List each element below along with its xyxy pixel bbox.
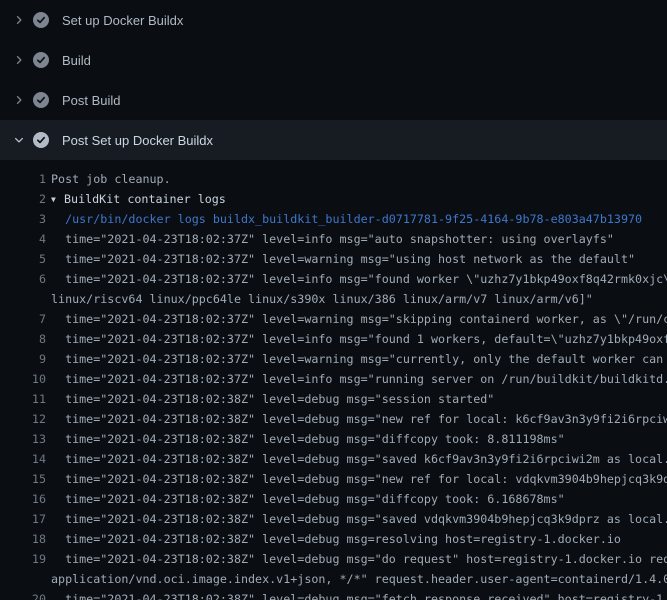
line-number[interactable]: 15 (0, 472, 46, 486)
log-line: 17 time="2021-04-23T18:02:38Z" level=deb… (0, 509, 667, 529)
log-text: time="2021-04-23T18:02:37Z" level=warnin… (51, 252, 635, 266)
line-number[interactable]: 19 (0, 552, 46, 566)
step-label: Post Build (62, 93, 121, 108)
log-line: 12 time="2021-04-23T18:02:38Z" level=deb… (0, 409, 667, 429)
steps-list: Set up Docker Buildx Build P (0, 0, 667, 160)
line-number[interactable]: 1 (0, 172, 46, 186)
log-line: 6 time="2021-04-23T18:02:37Z" level=info… (0, 269, 667, 289)
log-line: 11 time="2021-04-23T18:02:38Z" level=deb… (0, 389, 667, 409)
step-row[interactable]: Build (0, 40, 667, 80)
log-text: time="2021-04-23T18:02:38Z" level=debug … (51, 532, 621, 546)
line-number[interactable]: 16 (0, 492, 46, 506)
log-text: /usr/bin/docker logs buildx_buildkit_bui… (51, 212, 642, 226)
log-line: 15 time="2021-04-23T18:02:38Z" level=deb… (0, 469, 667, 489)
log-text[interactable]: BuildKit container logs (64, 192, 226, 206)
line-number[interactable]: 2 (0, 192, 46, 206)
log-line: 8 time="2021-04-23T18:02:37Z" level=info… (0, 329, 667, 349)
log-text: time="2021-04-23T18:02:38Z" level=debug … (51, 412, 667, 426)
step-row[interactable]: Post Set up Docker Buildx (0, 120, 667, 160)
group-collapse-triangle-icon: ▼ (51, 195, 60, 204)
log-line: 2 ▼ BuildKit container logs (0, 189, 667, 209)
check-circle-icon (33, 92, 49, 108)
line-number[interactable]: 5 (0, 252, 46, 266)
check-circle-icon (33, 132, 49, 148)
log-text: time="2021-04-23T18:02:37Z" level=warnin… (51, 312, 667, 326)
log-text: Post job cleanup. (51, 172, 171, 186)
log-line: 10 time="2021-04-23T18:02:37Z" level=inf… (0, 369, 667, 389)
log-text: application/vnd.oci.image.index.v1+json,… (51, 572, 667, 586)
chevron-icon (11, 12, 27, 28)
log-line: 20 time="2021-04-23T18:02:38Z" level=deb… (0, 589, 667, 600)
log-text: time="2021-04-23T18:02:38Z" level=debug … (51, 552, 667, 566)
line-number[interactable]: 17 (0, 512, 46, 526)
step-row[interactable]: Set up Docker Buildx (0, 0, 667, 40)
step-row[interactable]: Post Build (0, 80, 667, 120)
check-circle-icon (33, 52, 49, 68)
line-number[interactable]: 4 (0, 232, 46, 246)
log-line: 3 /usr/bin/docker logs buildx_buildkit_b… (0, 209, 667, 229)
log-line: linux/riscv64 linux/ppc64le linux/s390x … (0, 289, 667, 309)
line-number[interactable]: 10 (0, 372, 46, 386)
log-text: linux/riscv64 linux/ppc64le linux/s390x … (51, 292, 593, 306)
log-line: 1 Post job cleanup. (0, 169, 667, 189)
actions-log-viewer: Set up Docker Buildx Build P (0, 0, 667, 600)
chevron-icon (11, 52, 27, 68)
log-text: time="2021-04-23T18:02:37Z" level=info m… (51, 332, 667, 346)
log-text: time="2021-04-23T18:02:38Z" level=debug … (51, 432, 565, 446)
line-number[interactable]: 8 (0, 332, 46, 346)
log-text: time="2021-04-23T18:02:37Z" level=info m… (51, 372, 667, 386)
step-label: Build (62, 53, 91, 68)
log-text: time="2021-04-23T18:02:38Z" level=debug … (51, 472, 667, 486)
log-text: time="2021-04-23T18:02:38Z" level=debug … (51, 492, 565, 506)
step-label: Set up Docker Buildx (62, 13, 183, 28)
log-line: 16 time="2021-04-23T18:02:38Z" level=deb… (0, 489, 667, 509)
log-line: 4 time="2021-04-23T18:02:37Z" level=info… (0, 229, 667, 249)
log-text: time="2021-04-23T18:02:37Z" level=warnin… (51, 352, 667, 366)
line-number[interactable]: 6 (0, 272, 46, 286)
line-number[interactable]: 18 (0, 532, 46, 546)
step-label: Post Set up Docker Buildx (62, 133, 213, 148)
log-line: 13 time="2021-04-23T18:02:38Z" level=deb… (0, 429, 667, 449)
line-number[interactable]: 20 (0, 592, 46, 600)
log-line: 18 time="2021-04-23T18:02:38Z" level=deb… (0, 529, 667, 549)
line-number[interactable]: 7 (0, 312, 46, 326)
log-text: time="2021-04-23T18:02:38Z" level=debug … (51, 512, 667, 526)
chevron-icon (11, 92, 27, 108)
line-number[interactable]: 9 (0, 352, 46, 366)
log-line: 9 time="2021-04-23T18:02:37Z" level=warn… (0, 349, 667, 369)
log-text: time="2021-04-23T18:02:37Z" level=info m… (51, 272, 667, 286)
log-area: 1 Post job cleanup. 2 ▼ BuildKit contain… (0, 160, 667, 600)
line-number[interactable]: 12 (0, 412, 46, 426)
log-text: time="2021-04-23T18:02:38Z" level=debug … (51, 392, 494, 406)
log-text: time="2021-04-23T18:02:37Z" level=info m… (51, 232, 614, 246)
log-line: 5 time="2021-04-23T18:02:37Z" level=warn… (0, 249, 667, 269)
check-circle-icon (33, 12, 49, 28)
line-number[interactable]: 13 (0, 432, 46, 446)
log-line: application/vnd.oci.image.index.v1+json,… (0, 569, 667, 589)
line-number[interactable]: 14 (0, 452, 46, 466)
log-text: time="2021-04-23T18:02:38Z" level=debug … (51, 592, 667, 600)
line-number[interactable]: 3 (0, 212, 46, 226)
log-line: 19 time="2021-04-23T18:02:38Z" level=deb… (0, 549, 667, 569)
log-line: 14 time="2021-04-23T18:02:38Z" level=deb… (0, 449, 667, 469)
chevron-icon (11, 132, 27, 148)
log-text: time="2021-04-23T18:02:38Z" level=debug … (51, 452, 667, 466)
log-line: 7 time="2021-04-23T18:02:37Z" level=warn… (0, 309, 667, 329)
line-number[interactable]: 11 (0, 392, 46, 406)
